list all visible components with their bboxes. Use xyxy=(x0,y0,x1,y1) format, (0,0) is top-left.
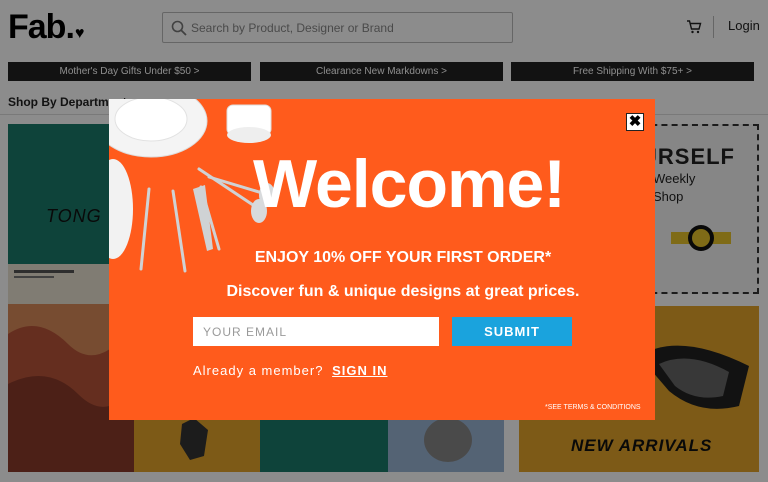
modal-title: Welcome! xyxy=(253,146,566,222)
submit-button[interactable]: SUBMIT xyxy=(452,317,572,346)
discount-offer: ENJOY 10% OFF YOUR FIRST ORDER* xyxy=(254,249,552,266)
sign-in-link[interactable]: SIGN IN xyxy=(332,363,387,378)
modal-tagline: Discover fun & unique designs at great p… xyxy=(226,283,580,300)
terms-link[interactable]: *SEE TERMS & CONDITIONS xyxy=(545,404,641,411)
welcome-modal: ✖ Welcome! ENJOY 10% OFF YOUR FIRST ORDE… xyxy=(109,99,655,420)
email-field[interactable] xyxy=(193,317,439,346)
member-prompt: Already a member? xyxy=(193,363,324,378)
member-signin-row: Already a member? SIGN IN xyxy=(193,363,387,378)
close-button[interactable]: ✖ xyxy=(626,113,644,131)
